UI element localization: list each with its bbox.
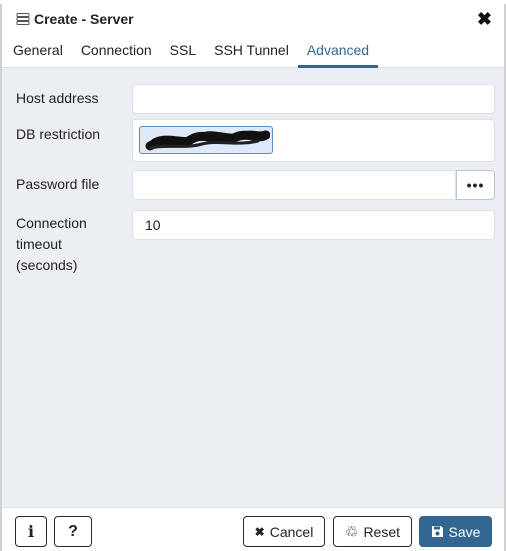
cancel-label: Cancel <box>269 523 314 540</box>
save-icon <box>431 526 443 537</box>
tab-ssh-tunnel[interactable]: SSH Tunnel <box>205 34 298 68</box>
close-icon[interactable]: ✖ <box>475 10 494 28</box>
dialog-footer: i ? ✖ Cancel ♲ Reset Save <box>2 507 504 551</box>
connection-timeout-label-line-2: timeout <box>16 236 62 252</box>
form-panel: Host address DB restriction Password fil… <box>2 68 504 507</box>
tab-advanced[interactable]: Advanced <box>297 34 379 68</box>
redaction-scribble <box>145 130 270 151</box>
browse-file-button[interactable]: ••• <box>456 170 495 200</box>
help-icon: ? <box>68 522 78 540</box>
help-button[interactable]: ? <box>54 516 92 547</box>
connection-timeout-label-line-3: (seconds) <box>16 257 78 273</box>
tab-general[interactable]: General <box>4 34 72 68</box>
recycle-icon: ♲ <box>344 522 359 541</box>
host-address-label: Host address <box>16 90 99 106</box>
db-restriction-input[interactable] <box>132 119 495 162</box>
tab-bar: General Connection SSL SSH Tunnel Advanc… <box>2 34 504 68</box>
host-address-input[interactable] <box>132 84 495 114</box>
db-restriction-label: DB restriction <box>16 126 101 142</box>
db-restriction-chip[interactable] <box>139 126 273 154</box>
cancel-button[interactable]: ✖ Cancel <box>243 516 325 547</box>
info-icon: i <box>27 522 35 541</box>
save-label: Save <box>448 523 481 540</box>
close-icon: ✖ <box>254 524 265 539</box>
tab-ssl[interactable]: SSL <box>161 34 205 68</box>
save-button[interactable]: Save <box>419 516 492 547</box>
connection-timeout-label-line-1: Connection <box>16 215 87 231</box>
dialog-title: Create - Server <box>34 11 134 27</box>
reset-button[interactable]: ♲ Reset <box>333 516 412 547</box>
password-file-input[interactable] <box>132 170 456 200</box>
create-server-dialog: Create - Server ✖ General Connection SSL… <box>0 4 506 551</box>
connection-timeout-input[interactable]: 10 <box>132 210 495 240</box>
info-button[interactable]: i <box>15 516 47 547</box>
server-icon <box>16 13 30 25</box>
reset-label: Reset <box>363 523 401 540</box>
dialog-titlebar[interactable]: Create - Server ✖ <box>2 4 504 34</box>
password-file-label: Password file <box>16 176 100 192</box>
tab-connection[interactable]: Connection <box>72 34 161 68</box>
